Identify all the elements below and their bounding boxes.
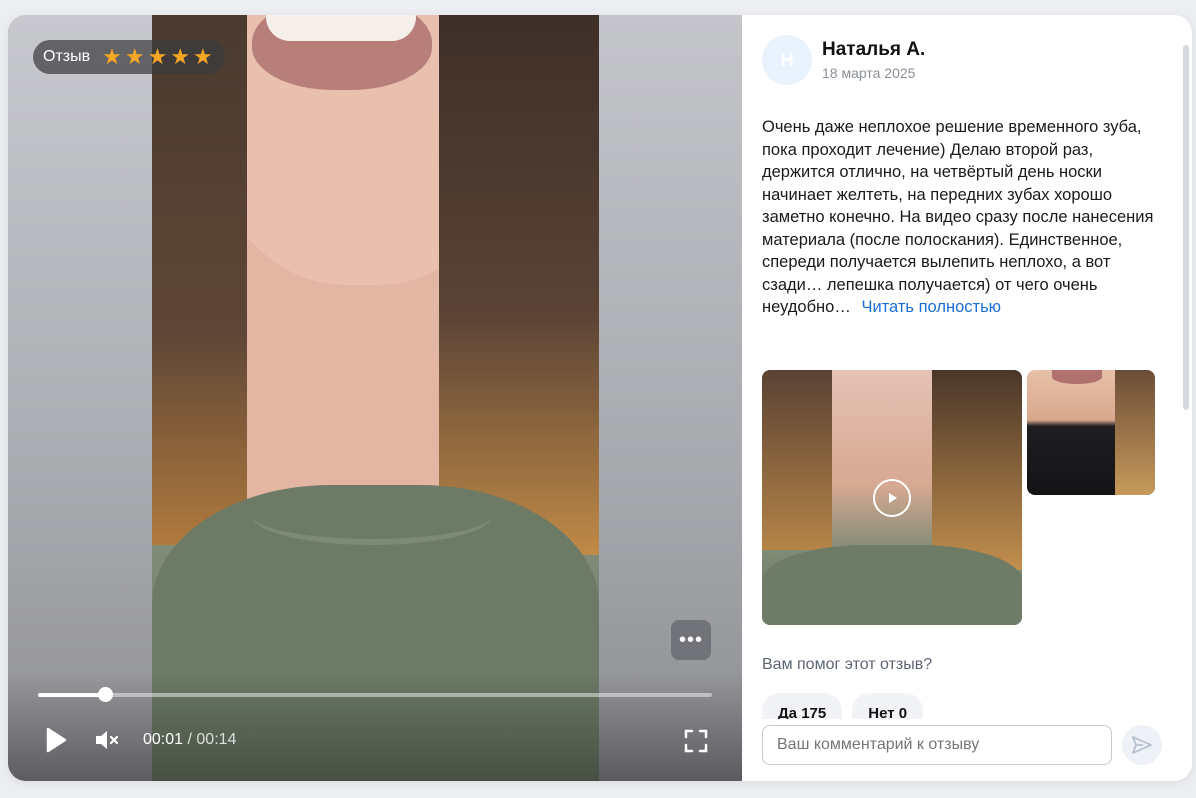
time-current: 00:01	[143, 731, 184, 748]
video-mouth	[252, 15, 432, 90]
progress-bar[interactable]	[38, 687, 712, 702]
star-icon: ★	[147, 44, 168, 69]
video-blur-left	[8, 15, 152, 781]
mute-button[interactable]	[94, 729, 120, 751]
read-more-link[interactable]: Читать полностью	[861, 298, 1001, 316]
thumb-hair-left	[762, 370, 832, 550]
ellipsis-icon: •••	[678, 628, 703, 651]
thumb2-mouth	[1052, 370, 1102, 384]
fullscreen-button[interactable]	[684, 729, 708, 753]
comment-input[interactable]	[762, 725, 1112, 765]
helpful-question: Вам помог этот отзыв?	[762, 656, 933, 673]
fullscreen-icon	[684, 729, 708, 753]
thumb2-hair	[1115, 370, 1155, 495]
play-button[interactable]	[44, 727, 68, 753]
review-panel: Н Наталья А. 18 марта 2025 Очень даже не…	[742, 15, 1192, 781]
star-icon: ★	[170, 44, 191, 69]
send-button[interactable]	[1122, 725, 1162, 765]
avatar: Н	[762, 35, 812, 85]
thumbnail-play-icon	[873, 479, 911, 517]
muted-speaker-icon	[96, 731, 119, 749]
review-date: 18 марта 2025	[822, 65, 916, 81]
star-icon: ★	[124, 44, 145, 69]
review-text: Очень даже неплохое решение временного з…	[762, 118, 1154, 316]
send-icon	[1132, 736, 1152, 754]
thumb-hair-right	[932, 370, 1022, 570]
video-thumbnail[interactable]	[762, 370, 1022, 625]
star-icon: ★	[102, 44, 122, 69]
rating-stars: ★ ★ ★ ★ ★	[102, 46, 213, 68]
progress-fill	[38, 693, 106, 697]
video-teeth	[266, 15, 416, 41]
star-icon: ★	[193, 44, 213, 69]
video-hair-right	[439, 15, 599, 555]
rating-badge-label: Отзыв	[43, 48, 91, 65]
vote-buttons: Да 175 Нет 0	[762, 693, 924, 719]
rating-badge: Отзыв ★ ★ ★ ★ ★	[33, 40, 225, 74]
more-options-button[interactable]: •••	[671, 620, 711, 660]
video-frame[interactable]	[152, 15, 599, 781]
review-body: Очень даже неплохое решение временного з…	[762, 116, 1157, 319]
video-hair-left	[152, 15, 247, 545]
vote-yes-button[interactable]: Да 175	[762, 693, 843, 719]
video-player[interactable]: Отзыв ★ ★ ★ ★ ★ ••• 00:01 / 00:14	[8, 15, 742, 781]
play-icon	[46, 727, 67, 753]
time-total: / 00:14	[187, 731, 237, 748]
review-modal: Отзыв ★ ★ ★ ★ ★ ••• 00:01 / 00:14 Н Наталья …	[8, 15, 1192, 781]
thumb-shirt	[762, 545, 1022, 625]
controls-overlay	[8, 671, 742, 781]
vote-no-button[interactable]: Нет 0	[852, 693, 924, 719]
video-blur-right	[599, 15, 742, 781]
panel-scrollbar[interactable]	[1183, 45, 1189, 410]
time-display: 00:01 / 00:14	[143, 731, 236, 749]
photo-thumbnail[interactable]	[1027, 370, 1155, 495]
author-name: Наталья А.	[822, 39, 926, 60]
video-collar	[252, 485, 492, 545]
